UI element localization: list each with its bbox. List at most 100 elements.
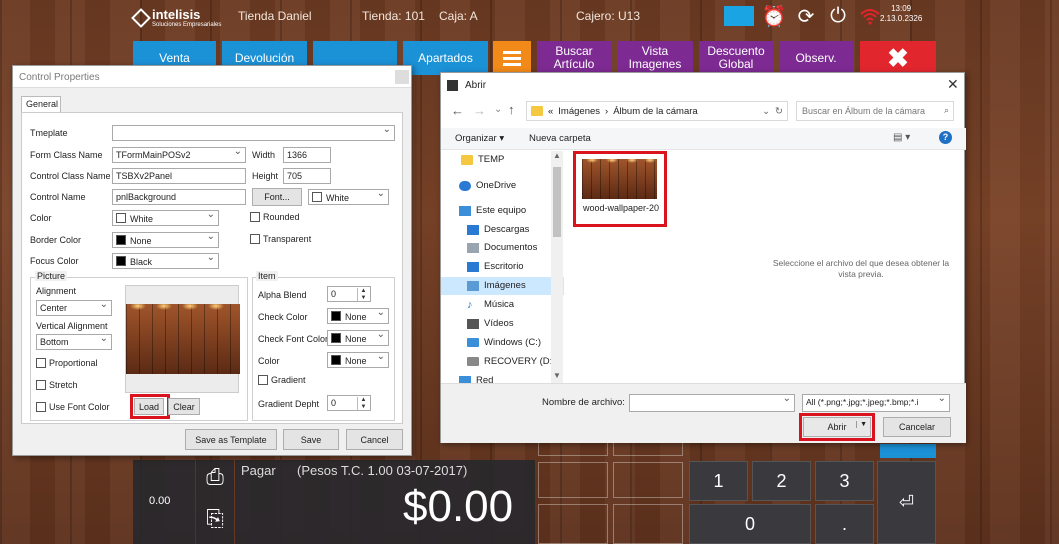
key-2[interactable]: 2	[752, 461, 811, 501]
width-input[interactable]: 1366	[283, 147, 331, 163]
item-group-label: Item	[256, 271, 278, 281]
blue-strip-button[interactable]	[880, 444, 936, 458]
forward-arrow-icon[interactable]: →	[473, 103, 486, 118]
proportional-checkbox[interactable]: Proportional	[36, 358, 98, 368]
sidebar-item-windows-c[interactable]: Windows (C:)	[467, 337, 541, 348]
refresh-icon[interactable]: ⟳	[794, 4, 818, 28]
keyboard-icon[interactable]	[724, 6, 754, 26]
control-name-input[interactable]: pnlBackground	[112, 189, 246, 205]
tab-general[interactable]: General	[21, 96, 61, 112]
close-icon[interactable]: ✕	[947, 76, 959, 93]
check-font-color-select[interactable]: None	[327, 330, 389, 346]
sidebar-item-este-equipo[interactable]: Este equipo	[459, 205, 526, 216]
vista-imagenes-button[interactable]: Vista Imagenes	[617, 41, 693, 75]
gradient-depth-input[interactable]: 0 ▲ ▼	[327, 395, 371, 411]
view-options-icon[interactable]: ▤ ▾	[893, 132, 910, 143]
close-pos-button[interactable]: ✖	[860, 41, 936, 75]
search-input[interactable]: Buscar en Álbum de la cámara ⌕	[796, 101, 954, 121]
height-input[interactable]: 705	[283, 168, 331, 184]
key-1[interactable]: 1	[689, 461, 748, 501]
cancel-button[interactable]: Cancel	[346, 429, 403, 450]
print-down-icon[interactable]: ⎘	[201, 506, 229, 540]
checkbox-box	[258, 375, 268, 385]
dialog-close-button[interactable]	[395, 70, 409, 84]
grid-cell[interactable]	[613, 462, 683, 498]
alarm-clock-icon[interactable]: ⏰	[762, 4, 787, 28]
sidebar-item-temp[interactable]: TEMP	[461, 154, 504, 165]
filename-input[interactable]	[629, 394, 795, 412]
key-3[interactable]: 3	[815, 461, 874, 501]
cancelar-button[interactable]: Cancelar	[883, 417, 951, 437]
sidebar-item-imagenes[interactable]: Imágenes	[467, 280, 526, 291]
path-imagenes[interactable]: Imágenes	[558, 106, 600, 117]
save-as-template-button[interactable]: Save as Template	[185, 429, 277, 450]
up-arrow-icon[interactable]: ↑	[508, 102, 515, 117]
enter-key-icon[interactable]: ⏎	[877, 461, 936, 544]
vertical-alignment-select[interactable]: Bottom	[36, 334, 112, 350]
video-icon	[467, 318, 479, 329]
check-color-select[interactable]: None	[327, 308, 389, 324]
control-properties-dialog: Control Properties General Tmeplate Form…	[12, 65, 412, 456]
spin-arrows-icon[interactable]: ▲ ▼	[357, 288, 369, 301]
form-class-select[interactable]: TFormMainPOSv2	[112, 147, 246, 163]
path-album[interactable]: Álbum de la cámara	[613, 106, 697, 117]
new-folder-button[interactable]: Nueva carpeta	[529, 133, 591, 144]
alignment-label: Alignment	[36, 286, 77, 296]
sidebar-item-musica[interactable]: ♪ Música	[467, 299, 514, 310]
grid-cell[interactable]	[613, 504, 683, 544]
descuento-global-button[interactable]: Descuento Global	[699, 41, 773, 75]
font-button[interactable]: Font...	[252, 188, 302, 206]
color-select[interactable]: White	[112, 210, 219, 226]
alignment-select[interactable]: Center	[36, 300, 112, 316]
apartados-button[interactable]: Apartados	[403, 41, 488, 75]
alpha-blend-input[interactable]: 0 ▲ ▼	[327, 286, 371, 302]
address-bar[interactable]: « Imágenes › Álbum de la cámara ⌄ ↻	[526, 101, 788, 121]
grid-cell[interactable]	[538, 504, 608, 544]
scroll-thumb[interactable]	[553, 167, 561, 237]
transparent-checkbox[interactable]: Transparent	[250, 234, 311, 244]
rounded-checkbox[interactable]: Rounded	[250, 212, 300, 222]
gradient-checkbox[interactable]: Gradient	[258, 375, 306, 385]
key-decimal[interactable]: .	[815, 504, 874, 544]
drive-icon	[467, 338, 479, 347]
scroll-down-icon[interactable]: ▼	[553, 371, 561, 380]
focus-color-select[interactable]: Black	[112, 253, 219, 269]
clear-button[interactable]: Clear	[168, 398, 200, 415]
help-icon[interactable]: ?	[939, 131, 952, 144]
path-root[interactable]: «	[548, 106, 553, 117]
buscar-articulo-button[interactable]: Buscar Artículo	[537, 41, 611, 75]
back-arrow-icon[interactable]: ←	[451, 103, 464, 118]
sidebar-scrollbar[interactable]: ▲ ▼	[551, 151, 563, 383]
sidebar-item-recovery-d[interactable]: RECOVERY (D:)	[467, 356, 555, 367]
organize-button[interactable]: Organizar ▾	[455, 133, 504, 144]
key-0[interactable]: 0	[689, 504, 811, 544]
item-color-select[interactable]: None	[327, 352, 389, 368]
control-class-input[interactable]: TSBXv2Panel	[112, 168, 246, 184]
use-font-color-checkbox[interactable]: Use Font Color	[36, 402, 110, 412]
print-up-icon[interactable]: ⎙	[201, 464, 229, 498]
refresh-icon[interactable]: ↻	[775, 106, 783, 117]
font-color-select[interactable]: White	[308, 189, 389, 205]
hamburger-menu-icon[interactable]	[493, 41, 531, 75]
recent-chevron-icon[interactable]: ⌄	[494, 104, 502, 115]
scroll-up-icon[interactable]: ▲	[553, 151, 561, 160]
spin-arrows-icon[interactable]: ▲ ▼	[357, 397, 369, 410]
sidebar-item-escritorio[interactable]: Escritorio	[467, 261, 524, 272]
save-button[interactable]: Save	[283, 429, 339, 450]
observ-button[interactable]: Observ.	[779, 41, 853, 75]
cloud-icon	[459, 180, 471, 191]
grid-cell[interactable]	[538, 462, 608, 498]
border-color-value: None	[130, 236, 152, 246]
sidebar-item-videos[interactable]: Vídeos	[467, 318, 514, 329]
border-color-select[interactable]: None	[112, 232, 219, 248]
address-dropdown-icon[interactable]: ⌄	[762, 106, 770, 117]
power-icon[interactable]: ⏻	[826, 4, 850, 28]
sidebar-item-documentos[interactable]: Documentos	[467, 242, 537, 253]
sidebar-item-red[interactable]: Red	[459, 375, 493, 383]
file-type-filter[interactable]: All (*.png;*.jpg;*.jpeg;*.bmp;*.i	[802, 394, 950, 412]
sidebar-item-onedrive[interactable]: OneDrive	[459, 180, 516, 191]
tmeplate-select[interactable]	[112, 125, 395, 141]
control-class-label: Control Class Name	[30, 171, 111, 181]
stretch-checkbox[interactable]: Stretch	[36, 380, 78, 390]
sidebar-item-descargas[interactable]: Descargas	[467, 224, 529, 235]
